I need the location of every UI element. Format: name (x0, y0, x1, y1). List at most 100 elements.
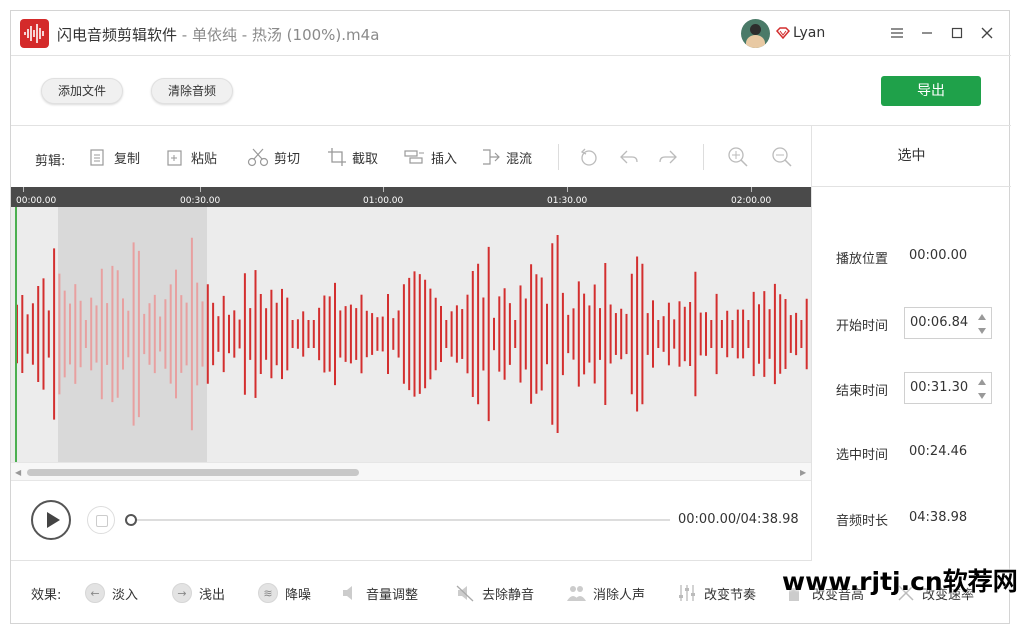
fade-in-label: 淡入 (112, 587, 139, 603)
play-button[interactable] (31, 500, 71, 540)
decrement-icon[interactable] (977, 327, 987, 335)
vip-diamond-icon (776, 27, 790, 39)
minimize-icon[interactable] (917, 23, 937, 43)
crop-button[interactable]: 截取 (327, 146, 378, 168)
timeline-ruler[interactable]: 00:00.00 00:30.00 01:00.00 01:30.00 02:0… (11, 187, 811, 207)
crop-icon (328, 148, 346, 166)
fade-in-icon: ← (85, 583, 105, 603)
copy-button[interactable]: 复制 (89, 146, 140, 168)
scroll-left-icon[interactable]: ◀ (15, 468, 21, 477)
remove-silence-button[interactable]: 去除静音 (455, 581, 534, 605)
cut-label: 剪切 (274, 151, 301, 167)
title-separator: - (177, 26, 192, 44)
toolbar-divider (703, 144, 704, 170)
app-window: 闪电音频剪辑软件 - 单依纯 - 热汤 (100%).m4a Lyan 添加文件… (10, 10, 1011, 624)
end-time-value[interactable]: 00:31.30 (910, 380, 968, 395)
time-readout: 00:00.00/04:38.98 (678, 512, 799, 527)
edit-toolbar: 剪辑: 复制 粘贴 剪切 截取 插入 混流 (11, 126, 811, 187)
app-name: 闪电音频剪辑软件 (57, 26, 178, 44)
effects-label: 效果: (31, 588, 62, 603)
site-watermark: www.rjtj.cn软荐网 (782, 567, 1018, 596)
tick-mark (23, 187, 24, 192)
increment-icon[interactable] (977, 378, 987, 386)
mute-icon (456, 585, 474, 602)
mix-label: 混流 (506, 151, 533, 167)
mix-button[interactable]: 混流 (481, 146, 532, 168)
add-file-button[interactable]: 添加文件 (41, 78, 124, 104)
paste-icon (167, 150, 182, 166)
denoise-button[interactable]: ≋ 降噪 (258, 581, 311, 605)
tick-label: 01:30.00 (547, 196, 588, 206)
user-name[interactable]: Lyan (793, 25, 825, 41)
tick-label: 01:00.00 (363, 196, 404, 206)
volume-label: 音量调整 (366, 587, 419, 603)
volume-button[interactable]: 音量调整 (341, 581, 418, 605)
redo-icon[interactable] (657, 146, 679, 168)
player-bar: 00:00.00/04:38.98 (11, 481, 811, 561)
app-logo-icon (20, 19, 49, 48)
zoom-in-icon[interactable] (727, 146, 749, 168)
tempo-icon (679, 585, 695, 601)
increment-icon[interactable] (977, 313, 987, 321)
progress-track[interactable] (127, 519, 670, 521)
action-bar: 添加文件 清除音频 导出 (11, 56, 1011, 126)
crop-label: 截取 (352, 151, 379, 167)
scrollbar-thumb[interactable] (27, 469, 359, 476)
horizontal-scrollbar[interactable]: ◀ ▶ (11, 462, 811, 481)
tick-label: 00:00.00 (16, 196, 57, 206)
menu-icon[interactable] (887, 23, 907, 43)
mix-icon (483, 149, 500, 165)
remove-vocals-label: 消除人声 (593, 587, 646, 603)
paste-label: 粘贴 (191, 151, 218, 167)
toolbar-divider (558, 144, 559, 170)
edit-label: 剪辑: (35, 154, 66, 169)
stop-button[interactable] (87, 506, 115, 534)
tick-mark (200, 187, 201, 192)
export-button[interactable]: 导出 (881, 76, 981, 106)
cut-button[interactable]: 剪切 (247, 146, 300, 168)
start-time-stepper[interactable]: 00:06.84 (904, 307, 992, 339)
scroll-right-icon[interactable]: ▶ (800, 468, 806, 477)
fade-in-button[interactable]: ← 淡入 (85, 581, 138, 605)
speaker-icon (343, 586, 352, 600)
copy-label: 复制 (114, 151, 141, 167)
fade-out-button[interactable]: → 浅出 (172, 581, 225, 605)
selected-time-value: 00:24.46 (909, 444, 968, 459)
end-time-stepper[interactable]: 00:31.30 (904, 372, 992, 404)
close-icon[interactable] (977, 23, 997, 43)
reset-icon[interactable] (578, 146, 600, 168)
playhead-cursor[interactable] (15, 207, 17, 462)
tick-mark (567, 187, 568, 192)
denoise-label: 降噪 (285, 587, 312, 603)
denoise-icon: ≋ (258, 583, 278, 603)
undo-icon[interactable] (618, 146, 640, 168)
progress-knob[interactable] (125, 514, 137, 526)
scissors-icon (247, 148, 269, 167)
clear-audio-button[interactable]: 清除音频 (151, 78, 234, 104)
waveform-canvas[interactable] (11, 207, 811, 462)
maximize-icon[interactable] (947, 23, 967, 43)
start-time-value[interactable]: 00:06.84 (910, 315, 968, 330)
copy-icon (90, 149, 104, 166)
fade-out-icon: → (172, 583, 192, 603)
change-tempo-label: 改变节奏 (704, 587, 757, 603)
insert-button[interactable]: 插入 (404, 146, 457, 168)
zoom-out-icon[interactable] (771, 146, 793, 168)
change-tempo-button[interactable]: 改变节奏 (677, 581, 756, 605)
decrement-icon[interactable] (977, 392, 987, 400)
paste-button[interactable]: 粘贴 (166, 146, 217, 168)
fade-out-label: 浅出 (199, 587, 226, 603)
file-name: 单依纯 - 热汤 (100%).m4a (191, 26, 380, 44)
window-title: 闪电音频剪辑软件 - 单依纯 - 热汤 (100%).m4a (57, 24, 379, 45)
play-position-value: 00:00.00 (909, 248, 968, 263)
remove-vocals-button[interactable]: 消除人声 (566, 581, 645, 605)
duration-value: 04:38.98 (909, 510, 968, 525)
tick-label: 02:00.00 (731, 196, 772, 206)
end-time-label: 结束时间 (836, 384, 889, 399)
duration-label: 音频时长 (836, 514, 889, 529)
insert-label: 插入 (431, 151, 458, 167)
insert-icon (404, 150, 424, 164)
start-time-label: 开始时间 (836, 319, 889, 334)
avatar[interactable] (741, 19, 770, 48)
selection-panel-title: 选中 (812, 126, 1011, 187)
